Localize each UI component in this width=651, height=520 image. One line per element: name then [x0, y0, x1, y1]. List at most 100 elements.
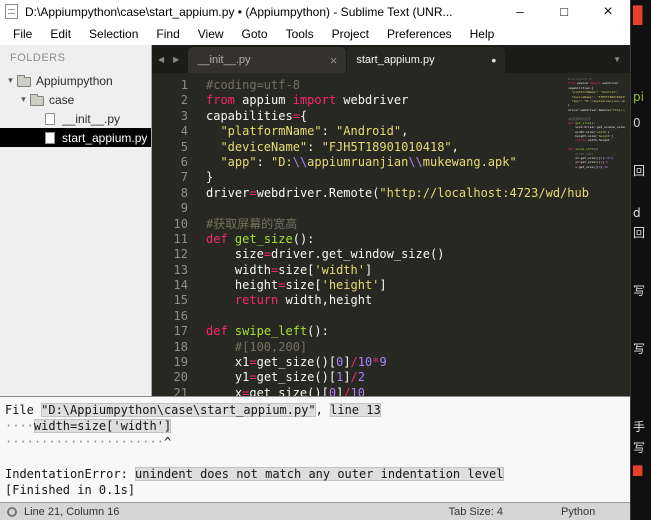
tab-scroll-arrows: ◀ ▶ — [152, 55, 188, 64]
gutter[interactable]: 1 2 3 4 5 6 7 8 9 10 11 12 13 14 15 16 17 18 19 20 21 — [152, 78, 198, 396]
output-line: [Finished in 0.1s] — [5, 483, 136, 497]
tab-start_appium-py[interactable]: start_appium.py • — [347, 47, 506, 73]
code-line: x=get_size()[0]/10 — [206, 385, 365, 396]
app-icon — [5, 4, 18, 19]
line-number: 19 — [173, 355, 188, 370]
minimap[interactable]: #coding=utf-8 from appium import webdrive… — [568, 77, 625, 169]
line-number: 3 — [180, 108, 188, 123]
code-line: return width,height — [234, 293, 373, 308]
build-output-panel[interactable]: File "D:\Appiumpython\case\start_appium.… — [0, 396, 630, 502]
line-number: 8 — [180, 185, 188, 200]
menu-project[interactable]: Project — [323, 24, 378, 44]
code-line: "app": "D:\\appiumruanjian\\mukewang.apk… — [220, 154, 517, 169]
close-button[interactable]: × — [586, 0, 630, 23]
code-line: height=size['height'] — [206, 278, 387, 293]
menu-tools[interactable]: Tools — [277, 24, 323, 44]
output-line: ······················^ — [5, 435, 172, 449]
code-area[interactable]: #coding=utf-8 from appium import webdrive… — [198, 78, 630, 396]
code-line: "platformName": "Android", — [220, 124, 409, 139]
desktop-fragment: 手 — [633, 420, 646, 434]
tab-size-selector[interactable]: Tab Size: 4 — [449, 506, 503, 518]
line-number: 17 — [173, 324, 188, 339]
code-line: width=size['width'] — [206, 262, 373, 277]
title-bar[interactable]: D:\Appiumpython\case\start_appium.py • (… — [0, 0, 630, 23]
line-number: 14 — [173, 278, 188, 293]
editor[interactable]: 1 2 3 4 5 6 7 8 9 10 11 12 13 14 15 16 17 18 19 20 21 #codin… — [152, 73, 630, 396]
disclosure-triangle-icon[interactable]: ▾ — [17, 94, 30, 105]
code-line: } — [206, 170, 214, 185]
disclosure-triangle-icon[interactable]: ▾ — [4, 75, 17, 86]
maximize-button[interactable]: □ — [542, 0, 586, 23]
folders-header: FOLDERS — [10, 52, 66, 64]
file-icon — [45, 131, 55, 144]
tab-label: __init__.py — [197, 54, 251, 66]
menu-goto[interactable]: Goto — [233, 24, 277, 44]
tab-scroll-left-icon[interactable]: ◀ — [158, 55, 164, 64]
line-number: 12 — [173, 247, 188, 262]
minimap-line: x=get_size()[0]/10 — [568, 164, 608, 169]
line-number: 6 — [180, 154, 188, 169]
desktop-fragment: d — [633, 206, 641, 220]
line-number: 9 — [180, 201, 188, 216]
editor-column: ◀ ▶ __init__.py × start_appium.py • ▼ 12345… — [152, 45, 630, 396]
desktop-fragment: 写 — [633, 284, 646, 298]
tree-item-label: __init__.py — [62, 111, 121, 126]
tree-item-label: case — [49, 92, 75, 107]
tab-scroll-right-icon[interactable]: ▶ — [173, 55, 179, 64]
menu-view[interactable]: View — [189, 24, 233, 44]
line-number: 7 — [180, 170, 188, 185]
code-line: def get_size(): — [206, 231, 315, 246]
code-line: #coding=utf-8 — [206, 78, 300, 92]
menu-help[interactable]: Help — [461, 24, 504, 44]
tab-dirty-dot-icon: • — [491, 52, 497, 68]
status-bar: Line 21, Column 16 Tab Size: 4 Python — [0, 502, 630, 520]
sidebar: FOLDERS ▾ Appiumpython ▾ case __init__.py sta… — [0, 45, 152, 396]
tab-overflow-icon[interactable]: ▼ — [604, 55, 630, 64]
desktop-fragment: ▆ — [633, 462, 643, 476]
line-number: 1 — [180, 78, 188, 92]
status-activity-icon — [7, 506, 17, 517]
line-number: 11 — [173, 231, 188, 246]
cursor-position: Line 21, Column 16 — [24, 505, 120, 518]
menu-edit[interactable]: Edit — [41, 24, 80, 44]
line-number: 13 — [173, 262, 188, 277]
tree-item-Appiumpython[interactable]: ▾ Appiumpython — [0, 71, 151, 90]
main-area: FOLDERS ▾ Appiumpython ▾ case __init__.py sta… — [0, 45, 630, 396]
desktop-fragment: 0 — [633, 116, 641, 130]
file-icon — [45, 112, 55, 125]
line-number: 20 — [173, 370, 188, 385]
tab-__init__-py[interactable]: __init__.py × — [188, 47, 347, 73]
menu-find[interactable]: Find — [147, 24, 188, 44]
code-line: capabilities={ — [206, 108, 308, 123]
menu-file[interactable]: File — [4, 24, 41, 44]
tree-item-start_appium-py[interactable]: start_appium.py — [0, 128, 151, 147]
menu-selection[interactable]: Selection — [80, 24, 147, 44]
window-title: D:\Appiumpython\case\start_appium.py • (… — [25, 4, 453, 19]
minimize-button[interactable]: – — [498, 0, 542, 23]
minimap-line: driver=webdriver.Remote("http://localhos… — [568, 107, 625, 112]
line-number: 21 — [173, 385, 188, 396]
output-line: IndentationError: unindent does not matc… — [5, 467, 504, 481]
code-line: driver=webdriver.Remote("http://localhos… — [206, 185, 589, 200]
menu-bar: File Edit Selection Find View Goto Tools Projec… — [0, 23, 630, 45]
menu-preferences[interactable]: Preferences — [378, 24, 461, 44]
code-line: def swipe_left(): — [206, 324, 329, 339]
desktop-fragment: ▆ — [633, 11, 643, 25]
tab-label: start_appium.py — [356, 54, 435, 66]
output-line: File "D:\Appiumpython\case\start_appium.… — [5, 403, 381, 417]
line-number: 4 — [180, 124, 188, 139]
output-line: ····width=size['width'] — [5, 419, 172, 433]
tree-item-__init__-py[interactable]: __init__.py — [0, 109, 151, 128]
syntax-selector[interactable]: Python — [561, 506, 623, 518]
desktop-fragment: 回 — [633, 164, 646, 178]
tab-close-icon[interactable]: × — [330, 53, 338, 68]
folder-tree: ▾ Appiumpython ▾ case __init__.py start_appiu… — [0, 71, 151, 147]
tab-strip: __init__.py × start_appium.py • — [188, 47, 506, 73]
desktop-strip: ▆ ▆ pi 0 回 d 回写写手写 ▆ — [631, 0, 651, 520]
line-number: 15 — [173, 293, 188, 308]
tree-item-case[interactable]: ▾ case — [0, 90, 151, 109]
code-line: #[100,200] — [234, 339, 308, 354]
